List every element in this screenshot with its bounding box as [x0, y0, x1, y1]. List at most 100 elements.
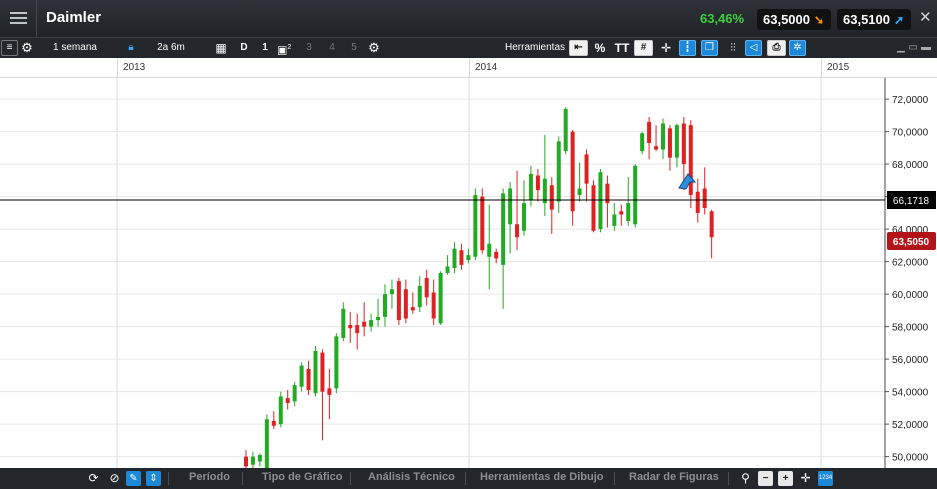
- candle: [640, 131, 645, 155]
- crosshair-icon[interactable]: ✛: [798, 471, 813, 486]
- tab-periodo[interactable]: Período: [189, 471, 230, 483]
- candle-body: [626, 203, 631, 221]
- candle-body: [438, 273, 443, 324]
- chart-settings-gear-icon[interactable]: ⚙: [366, 38, 382, 58]
- list-icon[interactable]: ≡: [1, 40, 18, 56]
- print-icon[interactable]: ⎙: [767, 40, 786, 56]
- candle-body: [459, 250, 464, 265]
- year-label-2014: 2014: [475, 62, 498, 73]
- candle-body: [306, 368, 311, 390]
- layout-option-4[interactable]: 4: [325, 38, 339, 58]
- candle-body: [278, 396, 283, 425]
- candle: [584, 149, 589, 202]
- divider: [465, 472, 466, 485]
- gear-icon[interactable]: ⚙: [20, 38, 34, 58]
- candle-body: [313, 351, 318, 394]
- candle-body: [355, 325, 360, 334]
- zoom-in-icon[interactable]: +: [778, 471, 793, 486]
- candle: [487, 204, 492, 290]
- maximize-icon[interactable]: ▬: [920, 38, 932, 58]
- tab-radar-de-figuras[interactable]: Radar de Figuras: [629, 471, 719, 483]
- candle: [313, 346, 318, 397]
- candle-body: [264, 419, 269, 468]
- layout-option-1[interactable]: 1: [258, 38, 272, 58]
- candle-body: [549, 185, 554, 210]
- tab-analisis-tecnico[interactable]: Análisis Técnico: [368, 471, 455, 483]
- candle-body: [417, 286, 422, 308]
- y-tick-label: 60,0000: [892, 290, 929, 301]
- layout-option-5[interactable]: 5: [347, 38, 361, 58]
- pencil-icon[interactable]: ✎: [126, 471, 141, 486]
- percent-button[interactable]: %: [592, 38, 608, 58]
- hamburger-menu-icon[interactable]: [0, 0, 37, 37]
- layout-option-2-icon[interactable]: ▣2: [277, 38, 291, 58]
- tab-herramientas-de-dibujo[interactable]: Herramientas de Dibujo: [480, 471, 603, 483]
- lock-icon[interactable]: 🔒︎: [124, 38, 138, 58]
- candle-body: [640, 133, 645, 152]
- candle-body: [452, 248, 457, 269]
- indicator-icon[interactable]: ⫶⫶: [724, 38, 742, 58]
- no-entry-icon[interactable]: ⊘: [107, 471, 122, 486]
- close-icon[interactable]: ✕: [919, 8, 932, 26]
- zoom-out-icon[interactable]: −: [758, 471, 773, 486]
- candle-body: [695, 191, 700, 213]
- candle: [591, 180, 596, 233]
- zoom-level-button[interactable]: 1234: [818, 471, 833, 486]
- candle-body: [376, 316, 381, 321]
- buy-price: 63,5100: [843, 12, 890, 27]
- candle: [431, 279, 436, 325]
- sell-price-button[interactable]: 63,5000 ➘: [757, 9, 831, 30]
- candlestick-icon[interactable]: ┇: [679, 40, 696, 56]
- calendar-icon[interactable]: ▦: [212, 38, 230, 58]
- candle-body: [369, 320, 374, 327]
- candle-body: [584, 154, 589, 184]
- magnifier-icon[interactable]: ⚲: [738, 471, 753, 486]
- layout-option-3[interactable]: 3: [302, 38, 316, 58]
- candle: [570, 130, 575, 226]
- instrument-title: Daimler: [46, 9, 102, 26]
- tag-icon[interactable]: ◁: [745, 40, 762, 56]
- candle-body: [271, 420, 276, 426]
- tools-settings-icon[interactable]: ✲: [789, 40, 806, 56]
- return-arrow-icon[interactable]: ⇤: [569, 40, 588, 56]
- refresh-icon[interactable]: ⟳: [86, 471, 101, 486]
- price-chart[interactable]: 72,000070,000068,000066,000064,000062,00…: [0, 78, 937, 468]
- candle-body: [501, 193, 506, 265]
- candle: [508, 182, 513, 254]
- candle-body: [341, 308, 346, 338]
- candle: [647, 117, 652, 160]
- period-code-button[interactable]: D: [236, 38, 252, 58]
- candle: [654, 125, 659, 152]
- restore-icon[interactable]: ▭: [907, 38, 919, 58]
- layout-option-2: 2: [287, 44, 292, 51]
- window-icon[interactable]: ❐: [701, 40, 718, 56]
- candle-body: [285, 398, 290, 403]
- crosshair-icon[interactable]: ✛: [658, 38, 674, 58]
- range-select[interactable]: 2a 6m: [148, 38, 194, 58]
- text-size-button[interactable]: TT: [613, 38, 631, 58]
- candle-body: [320, 352, 325, 392]
- candle-body: [292, 385, 297, 402]
- tab-tipo-de-grafico[interactable]: Tipo de Gráfico: [262, 471, 342, 483]
- candle: [515, 170, 520, 251]
- candle: [466, 248, 471, 264]
- candle: [542, 134, 547, 217]
- buy-price-button[interactable]: 63,5100 ➚: [837, 9, 911, 30]
- year-label-2015: 2015: [827, 62, 850, 73]
- candle: [320, 349, 325, 441]
- candle-body: [244, 456, 248, 467]
- candle-body: [577, 188, 582, 195]
- divider: [350, 472, 351, 485]
- y-tick-label: 54,0000: [892, 388, 929, 399]
- candle: [522, 180, 526, 236]
- candle-body: [535, 175, 540, 191]
- candle: [501, 188, 506, 309]
- candle: [494, 248, 499, 264]
- up-down-icon[interactable]: ⇕: [146, 471, 161, 486]
- interval-select[interactable]: 1 semana: [42, 38, 108, 58]
- candle-body: [556, 141, 561, 202]
- grid-icon[interactable]: #: [634, 40, 653, 56]
- candle: [403, 279, 408, 324]
- candle-body: [688, 125, 693, 195]
- minimize-icon[interactable]: ▁: [895, 38, 907, 58]
